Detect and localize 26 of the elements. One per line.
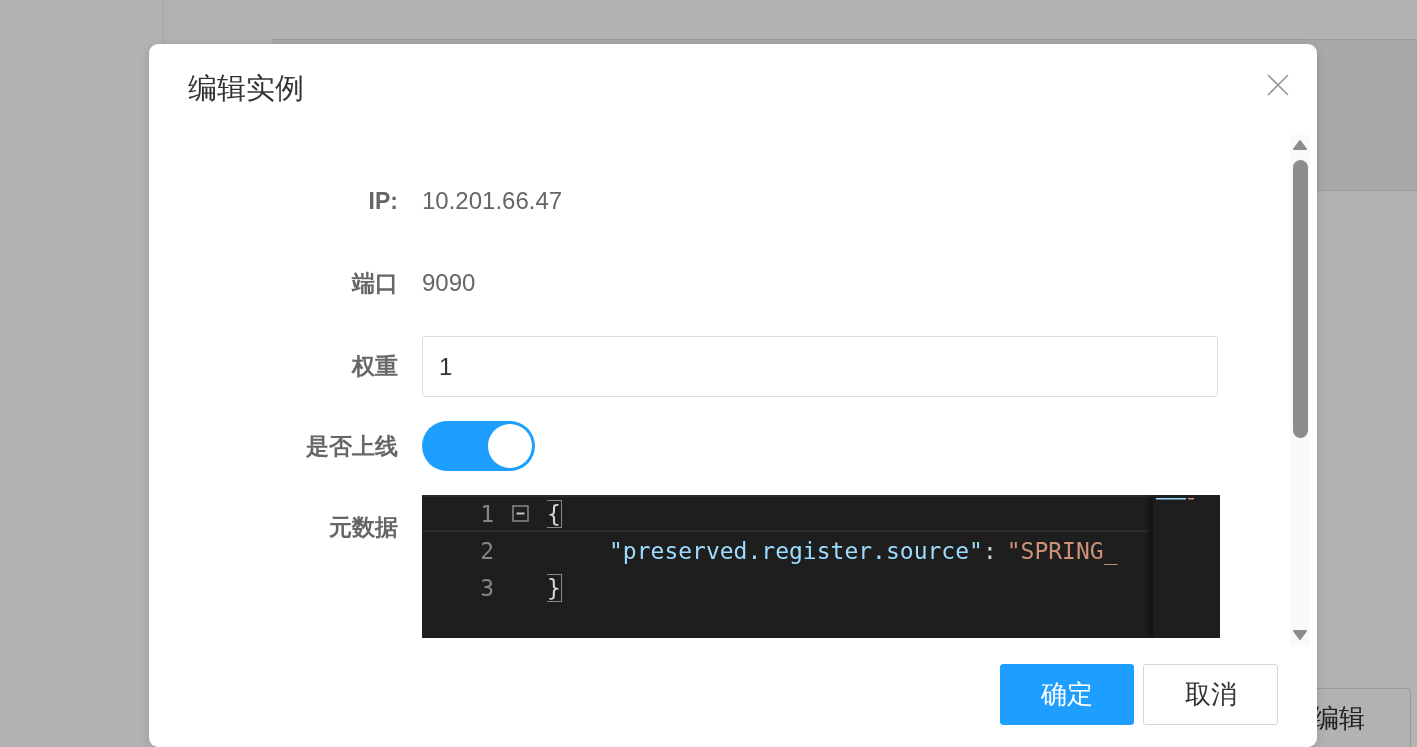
field-value: 9090 xyxy=(422,268,477,298)
field-value: 10.201.66.47 xyxy=(422,186,564,216)
code-text: } xyxy=(547,574,561,601)
close-icon[interactable] xyxy=(1267,74,1289,96)
code-editor[interactable]: 1 { 2 "preserved.register.source": "SPRING_ 3 } xyxy=(422,495,1220,638)
scroll-down-icon[interactable] xyxy=(1292,630,1308,642)
line-number: 2 xyxy=(479,537,494,564)
field-label: 元数据 xyxy=(328,513,398,542)
toggle-switch[interactable] xyxy=(422,421,535,471)
cancel-button[interactable]: 取消 xyxy=(1143,664,1278,725)
scrollbar[interactable] xyxy=(1290,135,1310,645)
fold-icon[interactable] xyxy=(512,505,529,522)
code-text: : xyxy=(982,537,997,564)
dialog-title: 编辑实例 xyxy=(188,71,304,106)
code-text: "preserved.register.source" xyxy=(609,537,983,564)
field-label: 是否上线 xyxy=(305,431,398,461)
scroll-up-icon[interactable] xyxy=(1292,138,1308,150)
input-field[interactable]: 1 xyxy=(422,336,1218,397)
code-text: "SPRING_ xyxy=(1006,537,1118,564)
field-label: 权重 xyxy=(350,352,398,381)
field-label: 端口 xyxy=(350,268,398,298)
field-label: IP: xyxy=(367,187,398,215)
line-number: 1 xyxy=(479,500,494,527)
code-text: { xyxy=(547,500,561,527)
code-preview-drawing xyxy=(1153,495,1197,501)
line-number: 3 xyxy=(479,574,494,601)
